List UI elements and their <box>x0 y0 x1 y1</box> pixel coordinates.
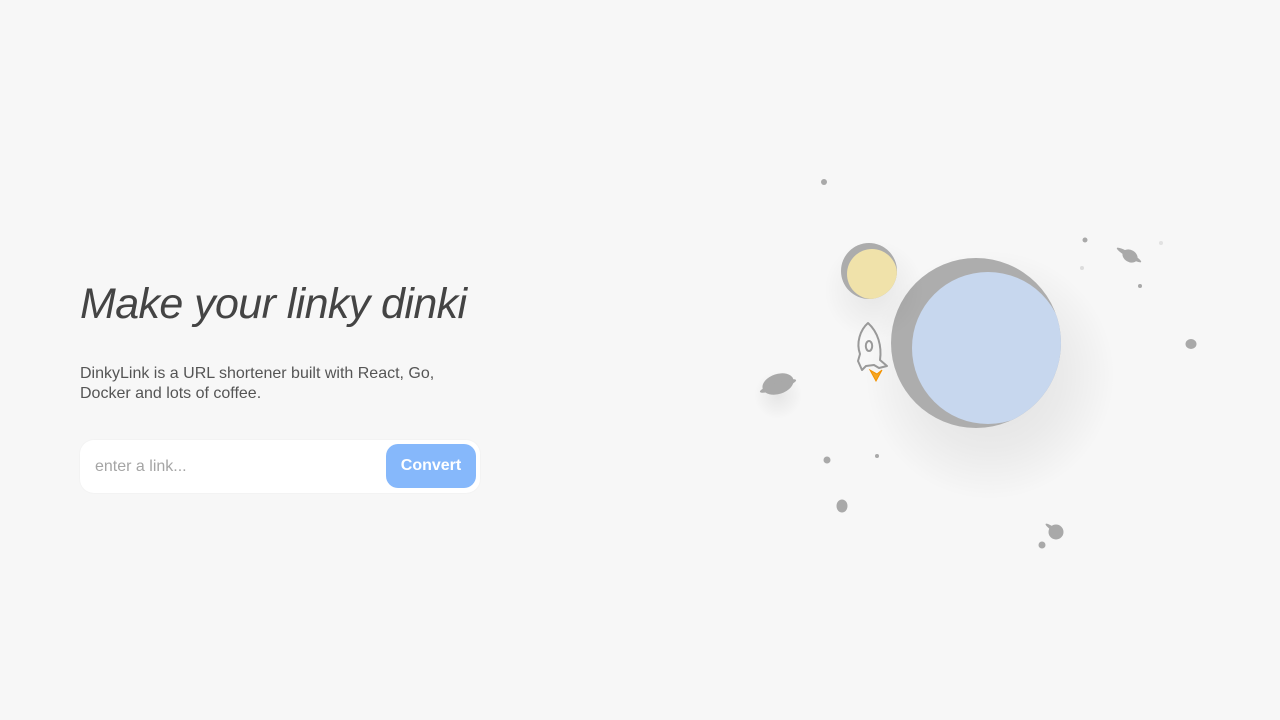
page-title: Make your linky dinki <box>80 280 467 328</box>
convert-button[interactable]: Convert <box>386 444 476 488</box>
link-input[interactable] <box>80 440 380 493</box>
small-saturn-bottom <box>1045 523 1064 540</box>
small-saturn-left <box>754 371 802 419</box>
moon <box>824 240 924 340</box>
hero-section: Make your linky dinki DinkyLink is a URL… <box>80 278 500 493</box>
small-saturn-top-right <box>1116 247 1142 263</box>
space-illustration <box>754 179 1197 549</box>
shorten-form: Convert <box>80 440 480 493</box>
tagline: DinkyLink is a URL shortener built with … <box>80 365 435 402</box>
landing-page: Make your linky dinki DinkyLink is a URL… <box>0 0 1280 720</box>
